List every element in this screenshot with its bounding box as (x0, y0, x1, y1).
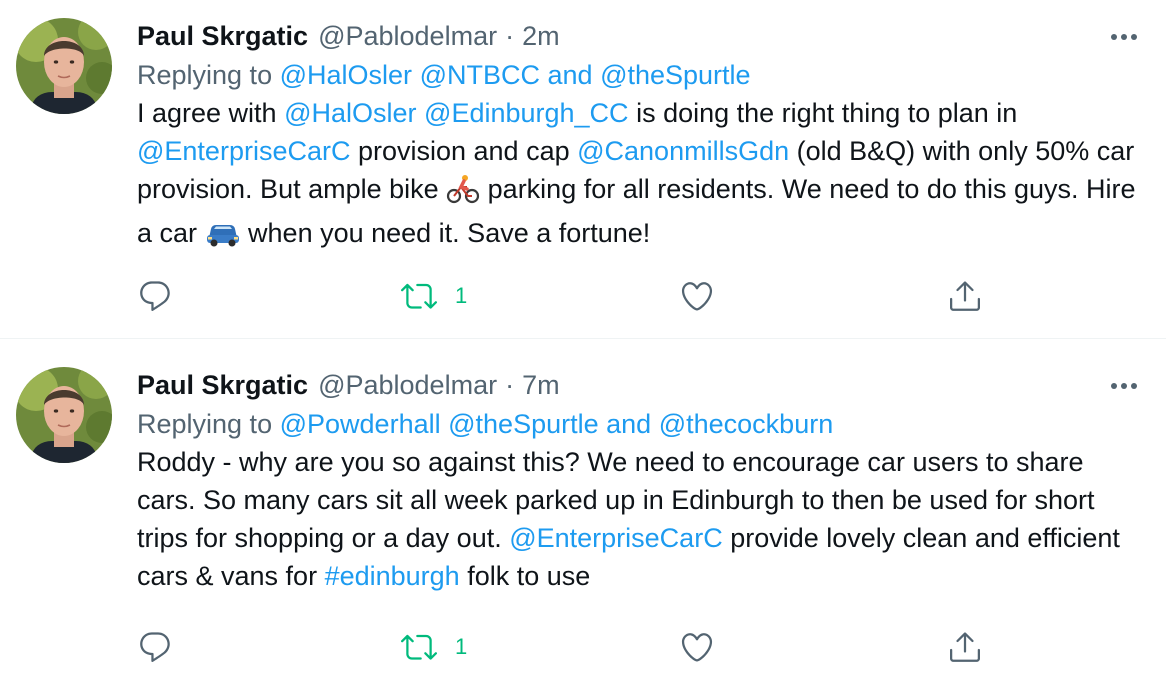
mention-link[interactable]: @Edinburgh_CC (424, 98, 629, 128)
share-icon (950, 632, 980, 662)
replying-handle[interactable]: @thecockburn (659, 409, 834, 439)
share-button[interactable] (947, 627, 983, 667)
reply-icon (140, 632, 170, 662)
author-handle[interactable]: @Pablodelmar (318, 365, 497, 405)
avatar[interactable] (16, 18, 112, 114)
text-segment: I agree with (137, 98, 285, 128)
replying-handle[interactable]: @HalOsler (280, 60, 412, 90)
like-button[interactable] (679, 276, 715, 316)
author-handle[interactable]: @Pablodelmar (318, 16, 497, 56)
share-icon (950, 281, 980, 311)
retweet-button[interactable]: 1 (401, 276, 467, 316)
replying-to: Replying to @Powderhall @theSpurtle and … (137, 405, 1146, 443)
replying-handle[interactable]: @theSpurtle (600, 60, 751, 90)
replying-handle[interactable]: @theSpurtle (448, 409, 599, 439)
retweet-count: 1 (455, 634, 468, 659)
replying-prefix: Replying to (137, 60, 273, 90)
person-biking-emoji (446, 174, 480, 214)
reply-icon (140, 281, 170, 311)
tweet-text: I agree with @HalOsler @Edinburgh_CC is … (137, 94, 1146, 258)
replying-handle[interactable]: @Powderhall (280, 409, 441, 439)
mention-link[interactable]: @HalOsler (284, 98, 416, 128)
text-segment: folk to use (459, 561, 591, 591)
retweet-count: 1 (455, 283, 468, 308)
retweet-icon (401, 283, 437, 309)
hashtag-link[interactable]: #edinburgh (325, 561, 460, 591)
tweet-actions: 1 (137, 627, 997, 667)
replying-prefix: Replying to (137, 409, 273, 439)
tweet-header: Paul Skrgatic @Pablodelmar · 7m (137, 365, 1146, 405)
replying-to: Replying to @HalOsler @NTBCC and @theSpu… (137, 56, 1146, 94)
replying-and: and (547, 60, 593, 90)
share-button[interactable] (947, 276, 983, 316)
replying-handle[interactable]: @NTBCC (420, 60, 540, 90)
tweet-header: Paul Skrgatic @Pablodelmar · 2m (137, 16, 1146, 56)
more-options-button[interactable] (1104, 22, 1144, 52)
avatar-image (16, 367, 112, 463)
like-button[interactable] (679, 627, 715, 667)
heart-icon (681, 633, 713, 662)
heart-icon (681, 282, 713, 311)
more-icon (1111, 34, 1137, 40)
tweet[interactable]: Paul Skrgatic @Pablodelmar · 2m Replying… (0, 0, 1166, 338)
retweet-button[interactable]: 1 (401, 627, 467, 667)
tweet-text: Roddy - why are you so against this? We … (137, 443, 1146, 595)
timestamp[interactable]: 2m (522, 16, 560, 56)
author-name[interactable]: Paul Skrgatic (137, 365, 308, 405)
text-segment: when you need it. Save a fortune! (240, 218, 651, 248)
author-name[interactable]: Paul Skrgatic (137, 16, 308, 56)
avatar-image (16, 18, 112, 114)
mention-link[interactable]: @EnterpriseCarC (137, 136, 350, 166)
reply-button[interactable] (137, 276, 173, 316)
timestamp[interactable]: 7m (522, 365, 560, 405)
separator: · (505, 370, 515, 400)
mention-link[interactable]: @CanonmillsGdn (577, 136, 789, 166)
text-segment: is doing the right thing to plan in (628, 98, 1018, 128)
reply-button[interactable] (137, 627, 173, 667)
mention-link[interactable]: @EnterpriseCarC (509, 523, 722, 553)
tweet[interactable]: Paul Skrgatic @Pablodelmar · 7m Replying… (0, 338, 1166, 676)
more-icon (1111, 383, 1137, 389)
automobile-emoji (205, 218, 241, 258)
text-segment (417, 98, 425, 128)
separator: · (505, 21, 515, 51)
tweet-actions: 1 (137, 276, 997, 316)
text-segment: provision and cap (350, 136, 578, 166)
replying-and: and (606, 409, 652, 439)
more-options-button[interactable] (1104, 371, 1144, 401)
retweet-icon (401, 634, 437, 660)
avatar[interactable] (16, 367, 112, 463)
